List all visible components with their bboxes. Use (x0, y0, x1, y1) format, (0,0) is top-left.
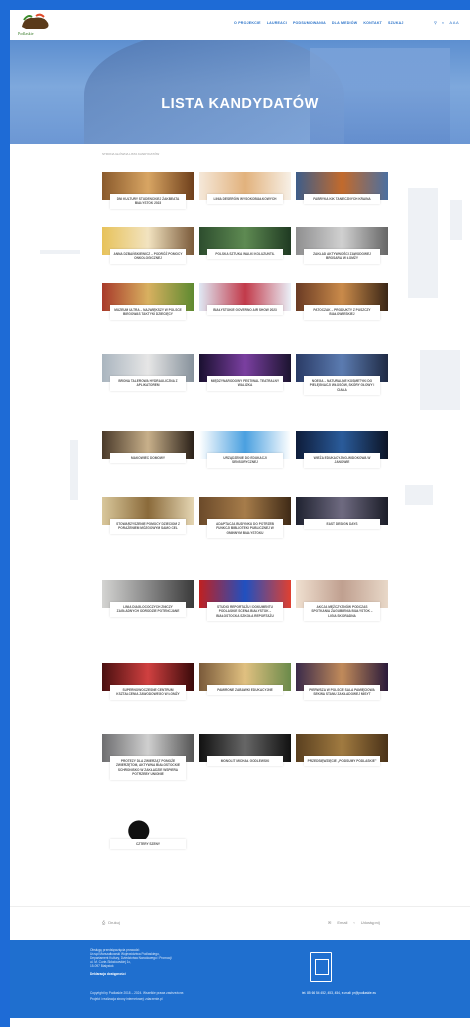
candidate-card[interactable]: SUPERNOWOCZESNE CENTRUM KSZTAŁCENIA ZAWO… (102, 663, 194, 706)
card-label[interactable]: WIEŻA EDUKACYJNO-WIDOKOWA W JANOWIE (304, 453, 380, 468)
candidate-card[interactable]: NOEGA – NATURALNE KOSMETYKI DO PIELĘGNAC… (296, 354, 388, 402)
candidate-card[interactable]: BRONA TALEROWA HYDRAULICZNA Z APLIKATORE… (102, 354, 194, 397)
search-icon[interactable]: ⚲ (434, 20, 437, 25)
top-bar: Podlaskie O PROJEKCIE LAUREACI PODSUMOWA… (10, 10, 470, 40)
font-size-switch[interactable]: A A A (449, 20, 458, 25)
email-label[interactable]: Email (337, 920, 347, 925)
card-label[interactable]: LINIA DESERÓW WYSOKOBIAŁKOWYCH (207, 194, 283, 205)
print-label: Drukuj (108, 920, 120, 925)
card-label[interactable]: DNI KULTURY STUDENCKIEJ ŻAKBEATA BIAŁYST… (110, 194, 186, 209)
candidate-card[interactable]: STOWARZYSZENIE POMOCY DZIECIOM Z PORAŻEN… (102, 497, 194, 540)
card-label[interactable]: MIĘDZYNARODOWY FESTIWAL TEATRALNY WALIZK… (207, 376, 283, 391)
candidate-card[interactable]: LINIA DIAGLOCOCZYCH ZNICZY ZAGŁADNYCH OD… (102, 580, 194, 623)
share-bar: ⎙ Drukuj ✉ Email ‹ Udostępnij (10, 906, 470, 941)
candidate-card[interactable]: ZAKŁAD AKTYWNOŚCI ZAWODOWEJ BROSARA W ŁO… (296, 227, 388, 270)
nav-item-laureaci[interactable]: LAUREACI (267, 21, 287, 25)
candidate-card[interactable]: WIEŻA EDUKACYJNO-WIDOKOWA W JANOWIE (296, 431, 388, 474)
breadcrumb[interactable]: STRONA GŁÓWNA LISTA KANDYDATÓW (102, 152, 159, 156)
candidate-card[interactable]: PROTEZY DLA ZWIERZĄT POMOŻE ZWIERZĘTOM, … (102, 734, 194, 786)
hero-building-image (84, 40, 344, 144)
card-label[interactable]: ANNA DZBAŃSKIEWICZ – PODRÓŻ POMOCY ONKOL… (110, 249, 186, 264)
candidate-card[interactable]: MIĘDZYNARODOWY FESTIWAL TEATRALNY WALIZK… (199, 354, 291, 397)
card-label[interactable]: NOEGA – NATURALNE KOSMETYKI DO PIELĘGNAC… (304, 376, 380, 396)
card-label[interactable]: PROTEZY DLA ZWIERZĄT POMOŻE ZWIERZĘTOM, … (110, 756, 186, 780)
logo-text: Podlaskie (18, 31, 34, 36)
print-button[interactable]: ⎙ Drukuj (102, 920, 120, 925)
card-label[interactable]: PAMIRONE ZABAWKI EDUKACYJNE (207, 685, 283, 696)
candidate-card[interactable]: POLSKA SZTUKA WALKI KOLUZUNTIL (199, 227, 291, 266)
share-actions: ✉ Email ‹ Udostępnij (328, 920, 380, 925)
candidate-card[interactable]: DNI KULTURY STUDENCKIEJ ŻAKBEATA BIAŁYST… (102, 172, 194, 215)
bottom-strip (10, 1018, 470, 1027)
decor-block (420, 350, 460, 410)
candidate-card[interactable]: PATOCZAK – PRODUKTY Z PUSZCZY BIAŁOWIESK… (296, 283, 388, 326)
footer-emblem-icon (310, 952, 332, 982)
candidate-card[interactable]: PIERWSZA W POLSCE SALA PAMIĘCIOWA SEKWA … (296, 663, 388, 706)
nav-item-szukaj[interactable]: SZUKAJ (388, 21, 404, 25)
candidate-card[interactable]: STUDIO REPORTAŻU I DOKUMENTU PODLASKIE S… (199, 580, 291, 628)
email-icon[interactable]: ✉ (328, 920, 331, 925)
main-nav: O PROJEKCIE LAUREACI PODSUMOWANIA DLA ME… (234, 21, 404, 25)
card-label[interactable]: ADAPTACJA BUDYNKU DO POTRZEB FUNKCJI BIB… (207, 519, 283, 539)
nav-item-o-projekcie[interactable]: O PROJEKCIE (234, 21, 261, 25)
card-label[interactable]: FABRYKA KIK TANECZNYCH KRAINA (304, 194, 380, 205)
card-label[interactable]: STUDIO REPORTAŻU I DOKUMENTU PODLASKIE S… (207, 602, 283, 622)
candidate-card[interactable]: CZTERY SZENY (102, 817, 194, 856)
credits[interactable]: Projekt i realizacja strony internetowej… (90, 997, 162, 1001)
card-label[interactable]: AKCJA MĘŻCZYZNÓW PODCZAS SPOTKANIA ZAGUB… (304, 602, 380, 622)
candidate-card[interactable]: PRZEDSIĘWZIĘCIE „PODSUMY PODLASKIE” (296, 734, 388, 773)
share-label[interactable]: Udostępnij (361, 920, 380, 925)
candidate-card[interactable]: LINIA DESERÓW WYSOKOBIAŁKOWYCH (199, 172, 291, 211)
card-label[interactable]: CZTERY SZENY (110, 839, 186, 850)
candidate-card[interactable]: AKCJA MĘŻCZYZNÓW PODCZAS SPOTKANIA ZAGUB… (296, 580, 388, 628)
nav-item-dla-mediow[interactable]: DLA MEDIÓW (332, 21, 357, 25)
card-label[interactable]: BRONA TALEROWA HYDRAULICZNA Z APLIKATORE… (110, 376, 186, 391)
card-label[interactable]: MONOLIT MICHAŁ GODLEWSKI (207, 756, 283, 767)
decor-block (408, 188, 438, 298)
contact-info[interactable]: tel. 85 66 54 452, 453, 454, e-mail: pr@… (302, 991, 376, 995)
footer: Obsługę przedsięwzięcia prowadzi: Urząd … (10, 940, 470, 1018)
decor-block (405, 485, 433, 505)
card-label[interactable]: EAST DESIGN DAYS (304, 519, 380, 530)
card-label[interactable]: LINIA DIAGLOCOCZYCH ZNICZY ZAGŁADNYCH OD… (110, 602, 186, 617)
card-label[interactable]: MUZEUM ULTRA – NAJWIĘKSZY W POLSCE BIEGO… (110, 305, 186, 320)
candidate-card[interactable]: PAMIRONE ZABAWKI EDUKACYJNE (199, 663, 291, 702)
card-label[interactable]: BIAŁYSTOKIE GOVERNO AIR SHOW 2023 (207, 305, 283, 316)
candidate-card[interactable]: URZĄDZENIE DO EDUKACJI SENSORYCZNEJ (199, 431, 291, 474)
share-icon[interactable]: ‹ (353, 920, 354, 925)
decor-block (450, 200, 462, 240)
card-label[interactable]: PATOCZAK – PRODUKTY Z PUSZCZY BIAŁOWIESK… (304, 305, 380, 320)
copyright: Copyright by Podlaskie 2018 – 2024. Wsze… (90, 991, 185, 995)
nav-item-kontakt[interactable]: KONTAKT (363, 21, 382, 25)
candidate-card[interactable]: MAKOWIEC DOMOWY (102, 431, 194, 470)
card-label[interactable]: ZAKŁAD AKTYWNOŚCI ZAWODOWEJ BROSARA W ŁO… (304, 249, 380, 264)
footer-line: 15-097 Białystok (90, 964, 114, 968)
card-label[interactable]: PIERWSZA W POLSCE SALA PAMIĘCIOWA SEKWA … (304, 685, 380, 700)
print-icon: ⎙ (102, 920, 106, 925)
nav-item-podsumowania[interactable]: PODSUMOWANIA (293, 21, 326, 25)
page-title: LISTA KANDYDATÓW (161, 96, 319, 112)
candidate-card[interactable]: ANNA DZBAŃSKIEWICZ – PODRÓŻ POMOCY ONKOL… (102, 227, 194, 270)
candidate-card[interactable]: EAST DESIGN DAYS (296, 497, 388, 536)
candidate-card[interactable]: ADAPTACJA BUDYNKU DO POTRZEB FUNKCJI BIB… (199, 497, 291, 545)
page: Podlaskie O PROJEKCIE LAUREACI PODSUMOWA… (10, 10, 470, 1027)
candidate-card[interactable]: MONOLIT MICHAŁ GODLEWSKI (199, 734, 291, 773)
card-label[interactable]: MAKOWIEC DOMOWY (110, 453, 186, 464)
nav-tools: ⚲ ◐ A A A (434, 20, 459, 25)
candidate-card[interactable]: MUZEUM ULTRA – NAJWIĘKSZY W POLSCE BIEGO… (102, 283, 194, 326)
contrast-icon[interactable]: ◐ (442, 20, 444, 25)
hero-banner: LISTA KANDYDATÓW (10, 40, 470, 144)
accessibility-link[interactable]: Deklaracja dostępności (90, 972, 126, 976)
card-label[interactable]: SUPERNOWOCZESNE CENTRUM KSZTAŁCENIA ZAWO… (110, 685, 186, 700)
card-label[interactable]: URZĄDZENIE DO EDUKACJI SENSORYCZNEJ (207, 453, 283, 468)
candidate-card[interactable]: BIAŁYSTOKIE GOVERNO AIR SHOW 2023 (199, 283, 291, 322)
decor-block (70, 440, 78, 500)
decor-block (40, 250, 80, 254)
card-label[interactable]: PRZEDSIĘWZIĘCIE „PODSUMY PODLASKIE” (304, 756, 380, 767)
card-label[interactable]: POLSKA SZTUKA WALKI KOLUZUNTIL (207, 249, 283, 260)
card-label[interactable]: STOWARZYSZENIE POMOCY DZIECIOM Z PORAŻEN… (110, 519, 186, 534)
candidate-card[interactable]: FABRYKA KIK TANECZNYCH KRAINA (296, 172, 388, 211)
